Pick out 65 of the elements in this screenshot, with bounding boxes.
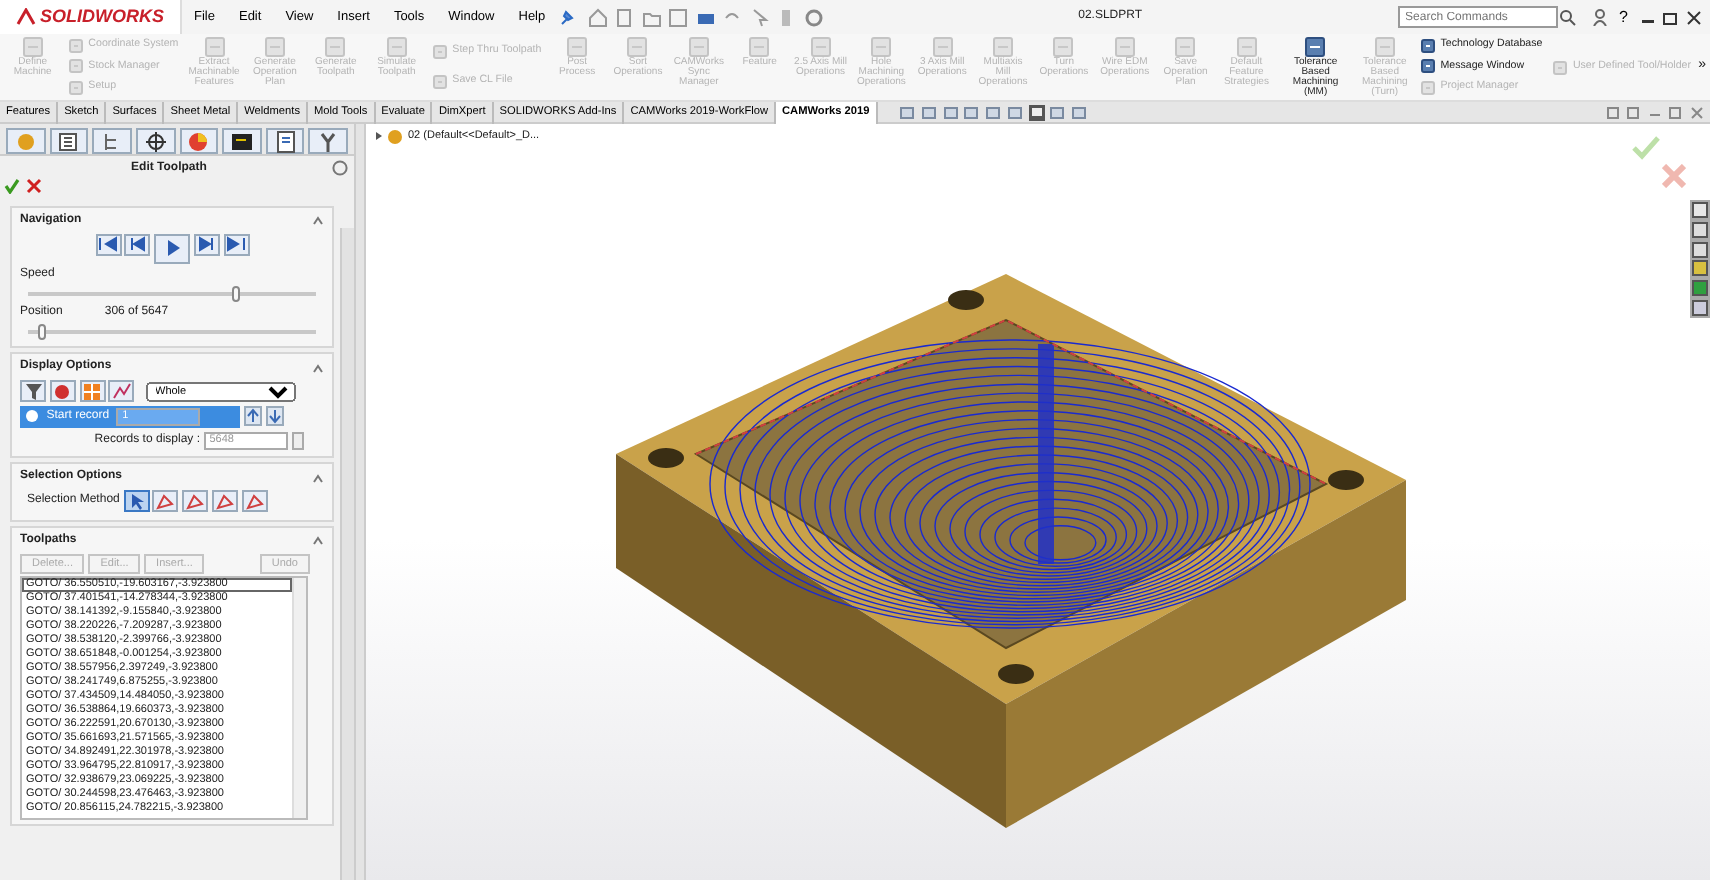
collapse-icon[interactable] <box>312 534 324 547</box>
playback-button[interactable] <box>95 233 121 255</box>
display-button[interactable] <box>20 380 46 402</box>
graph-icon <box>111 381 132 401</box>
expand-arrow-icon[interactable] <box>373 130 383 143</box>
selection-method-button[interactable] <box>241 490 268 512</box>
last-record-icon <box>226 234 246 254</box>
command-icon <box>68 79 85 96</box>
tool-icon <box>316 129 341 153</box>
panel-tab[interactable] <box>135 128 175 154</box>
display-button[interactable] <box>49 380 76 402</box>
filter-icon <box>23 381 43 401</box>
save-icon[interactable] <box>668 7 689 27</box>
grid-icon <box>82 381 102 401</box>
selection-method-button[interactable] <box>211 490 238 512</box>
playback-button[interactable] <box>223 233 249 255</box>
crosshair-icon <box>143 129 168 153</box>
command-icon <box>432 74 449 91</box>
command-icon <box>1420 58 1437 75</box>
help-button[interactable]: ? <box>1607 5 1640 29</box>
scrollbar[interactable] <box>340 228 354 880</box>
arrow-up-icon[interactable] <box>243 406 262 427</box>
slider-thumb[interactable] <box>38 324 47 341</box>
terminal-icon <box>229 129 254 153</box>
new-document-icon[interactable] <box>614 7 635 27</box>
display-button[interactable] <box>108 380 135 402</box>
command-icon <box>68 58 85 75</box>
tile-icon[interactable] <box>1626 105 1640 119</box>
collapse-icon[interactable] <box>312 471 324 484</box>
spinner-icon[interactable] <box>291 431 303 449</box>
pin-icon[interactable] <box>557 9 574 25</box>
arrow-down-icon[interactable] <box>265 406 283 427</box>
display-button[interactable] <box>79 380 105 402</box>
panel-tab[interactable] <box>308 128 348 154</box>
playback-button[interactable] <box>193 233 220 255</box>
checkmark-icon[interactable] <box>3 177 20 194</box>
logo-icon <box>16 8 36 26</box>
selection-method-button[interactable] <box>123 490 150 512</box>
first-record-icon <box>98 234 118 254</box>
selection-method-button[interactable] <box>152 490 179 512</box>
playback-button[interactable] <box>124 233 151 255</box>
command-icon <box>432 43 449 60</box>
user-icon[interactable] <box>1591 8 1608 26</box>
panel-tab[interactable] <box>265 128 305 154</box>
open-folder-icon[interactable] <box>641 7 662 27</box>
close-icon[interactable] <box>1686 9 1702 25</box>
slider-thumb[interactable] <box>231 286 240 303</box>
command-icon <box>1552 59 1569 75</box>
play-icon <box>162 238 182 258</box>
panel-tab[interactable] <box>49 128 89 154</box>
search-icon[interactable] <box>1557 8 1576 26</box>
tile-icon[interactable] <box>1605 105 1619 119</box>
command-icon <box>1420 79 1437 96</box>
next-icon <box>196 234 217 254</box>
previous-icon <box>127 234 148 254</box>
toolpath-list[interactable] <box>20 576 308 821</box>
part-icon <box>386 127 405 146</box>
panel-tab[interactable] <box>222 128 262 154</box>
collapse-icon[interactable] <box>312 361 324 374</box>
selection-method-button[interactable] <box>182 490 209 512</box>
collapse-icon[interactable] <box>312 214 324 227</box>
scrollbar[interactable] <box>292 578 306 819</box>
app-name: SOLIDWORKS <box>40 3 164 30</box>
playback-button[interactable] <box>154 233 190 263</box>
restore-icon[interactable] <box>1662 9 1680 25</box>
